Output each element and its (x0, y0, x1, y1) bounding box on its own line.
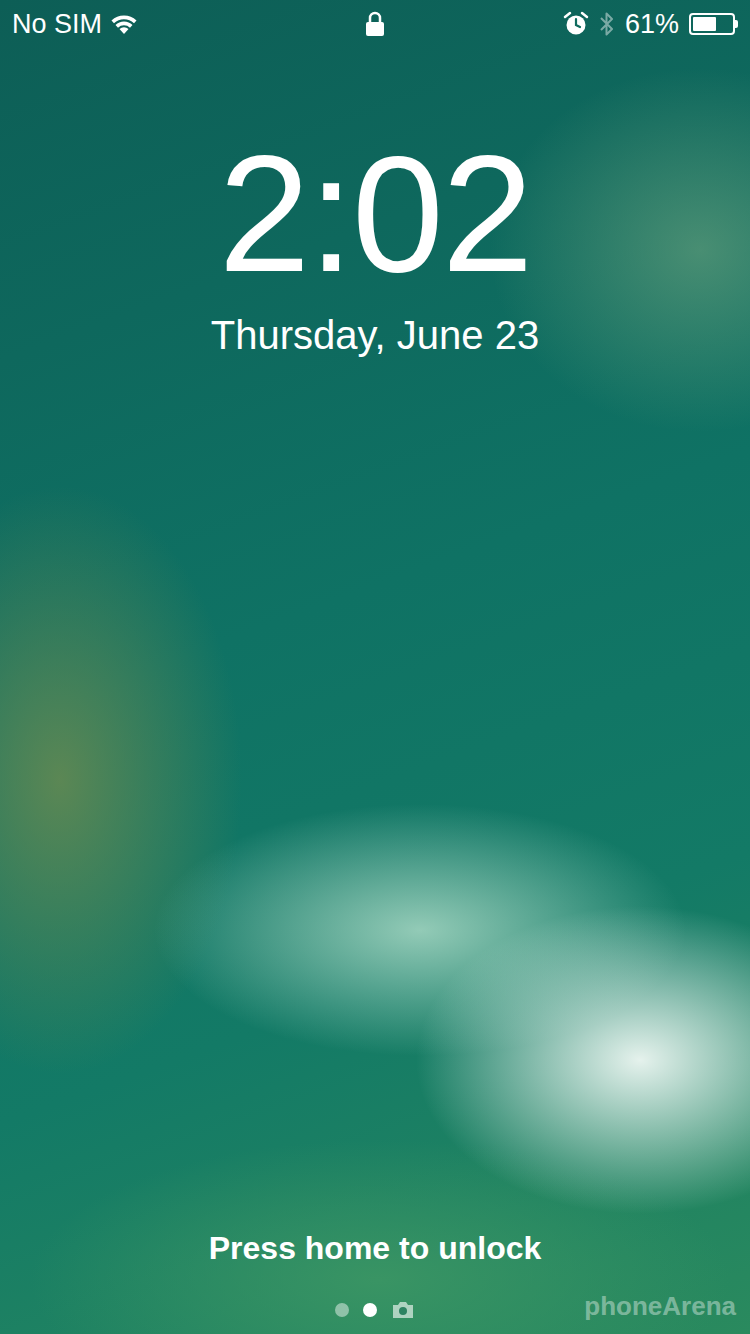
unlock-hint: Press home to unlock (0, 1228, 750, 1268)
battery-percent: 61% (625, 9, 679, 40)
clock: 2:02 Thursday, June 23 (0, 48, 750, 359)
carrier: No SIM (12, 9, 102, 40)
alarm-icon (563, 11, 589, 37)
lock-screen: No SIM 61% 2:02 Thursday, June 23 Press home… (0, 0, 750, 1334)
camera-icon[interactable] (391, 1301, 415, 1319)
status-center (365, 11, 385, 37)
battery-tip (735, 20, 738, 28)
clock-time: 2:02 (218, 132, 531, 297)
lock-icon (365, 11, 385, 37)
battery-icon (689, 13, 738, 35)
clock-date: Thursday, June 23 (211, 311, 539, 359)
page-dot[interactable] (363, 1303, 377, 1317)
status-right: 61% (385, 9, 738, 40)
status-left: No SIM (12, 9, 365, 40)
status-bar: No SIM 61% (0, 0, 750, 48)
watermark: phoneArena (584, 1291, 736, 1322)
wifi-icon (110, 13, 138, 35)
bluetooth-icon (599, 11, 615, 37)
page-dot[interactable] (335, 1303, 349, 1317)
battery-fill (693, 17, 716, 31)
battery-body (689, 13, 735, 35)
